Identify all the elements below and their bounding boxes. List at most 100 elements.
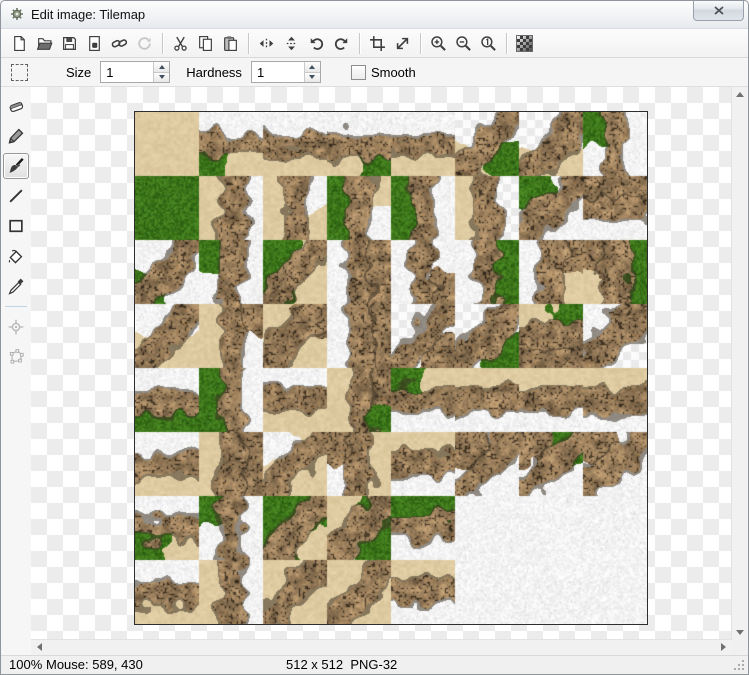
rectangle-tool-button[interactable] — [3, 213, 29, 239]
close-icon — [713, 5, 724, 15]
hardness-spinner — [250, 61, 321, 83]
save-icon — [63, 36, 76, 50]
toolbar-separator — [359, 32, 360, 54]
move-vertical-icon — [286, 36, 297, 50]
smooth-checkbox[interactable] — [350, 64, 366, 80]
hardness-spin-up[interactable] — [304, 62, 320, 72]
size-input[interactable] — [101, 62, 154, 82]
cut-button[interactable] — [168, 31, 193, 56]
zoom-out-button[interactable] — [451, 31, 476, 56]
brush-icon — [9, 157, 24, 173]
open-folder-icon — [36, 37, 53, 50]
zoom-original-icon — [481, 35, 496, 51]
save-copy-icon — [89, 35, 100, 51]
titlebar[interactable]: Edit image: Tilemap — [1, 1, 748, 29]
scroll-left-icon[interactable] — [37, 643, 42, 651]
edit-image-dialog: Edit image: Tilemap Size 1 Hardness 1 Sm… — [0, 0, 749, 675]
refresh-icon — [138, 36, 151, 50]
hardness-input[interactable] — [251, 62, 304, 82]
refresh-button — [132, 31, 157, 56]
editor-content — [1, 87, 748, 640]
scrollbar-corner — [1, 640, 31, 655]
polygon-icon — [9, 349, 24, 364]
crop-button[interactable] — [365, 31, 390, 56]
scroll-right-icon[interactable] — [721, 643, 726, 651]
pattern-fill-button[interactable] — [512, 31, 537, 56]
scroll-down-icon[interactable] — [736, 630, 744, 635]
smooth-label: Smooth — [370, 64, 416, 80]
eraser-tool-button[interactable] — [3, 93, 29, 119]
brush-tool-button[interactable] — [3, 153, 29, 179]
scroll-up-icon[interactable] — [736, 92, 744, 97]
redo-icon — [334, 37, 348, 50]
line-tool-button[interactable] — [3, 183, 29, 209]
toolbar-separator — [506, 32, 507, 54]
move-horizontal-button[interactable] — [254, 31, 279, 56]
crosshair-tool-button — [3, 314, 29, 340]
new-button[interactable] — [7, 31, 32, 56]
redo-button[interactable] — [329, 31, 354, 56]
gear-icon — [11, 8, 23, 20]
move-horizontal-icon — [259, 38, 274, 48]
save-copy-button[interactable] — [82, 31, 107, 56]
window-title: Edit image: Tilemap — [31, 7, 146, 22]
rectangle-icon — [9, 219, 23, 233]
resize-button[interactable] — [390, 31, 415, 56]
copy-button[interactable] — [193, 31, 218, 56]
tool-palette — [1, 87, 31, 640]
zoom-out-icon — [456, 35, 471, 51]
toolbar-separator — [420, 32, 421, 54]
zoom-level: 100% — [9, 657, 43, 672]
statusbar: 100% Mouse: 589, 430 512 x 512 PNG-32 — [1, 655, 748, 674]
paste-button[interactable] — [218, 31, 243, 56]
line-icon — [9, 189, 23, 203]
save-button[interactable] — [57, 31, 82, 56]
zoom-in-button[interactable] — [426, 31, 451, 56]
link-button[interactable] — [107, 31, 132, 56]
move-vertical-button[interactable] — [279, 31, 304, 56]
horizontal-scrollbar[interactable] — [31, 639, 732, 655]
resize-icon — [396, 37, 409, 49]
zoom-in-icon — [431, 35, 446, 51]
crosshair-icon — [8, 319, 24, 335]
palette-separator — [5, 306, 27, 307]
eraser-icon — [9, 102, 24, 113]
main-toolbar — [1, 29, 748, 58]
new-file-icon — [14, 35, 25, 51]
pencil-tool-button[interactable] — [3, 123, 29, 149]
tilemap-canvas[interactable] — [135, 112, 647, 624]
image-info: 512 x 512 PNG-32 — [286, 657, 398, 672]
toolbar-separator — [162, 32, 163, 54]
pencil-icon — [8, 128, 24, 144]
zoom-original-button[interactable] — [476, 31, 501, 56]
size-spin-down[interactable] — [154, 71, 170, 82]
vertical-scrollbar[interactable] — [731, 87, 748, 640]
copy-icon — [199, 35, 212, 51]
link-icon — [111, 38, 128, 48]
color-picker-icon — [8, 278, 24, 295]
undo-icon — [310, 37, 324, 50]
close-button[interactable] — [693, 1, 744, 21]
canvas-viewport[interactable] — [31, 87, 732, 640]
size-spin-up[interactable] — [154, 62, 170, 72]
undo-button[interactable] — [304, 31, 329, 56]
crop-icon — [370, 35, 385, 51]
toolbar-separator — [248, 32, 249, 54]
polygon-tool-button — [3, 344, 29, 370]
hardness-spin-down[interactable] — [304, 71, 320, 82]
size-spinner — [100, 61, 171, 83]
color-picker-tool-button[interactable] — [3, 273, 29, 299]
resize-grip-icon[interactable] — [734, 660, 746, 672]
marquee-icon — [11, 63, 28, 81]
tool-options-bar: Size Hardness Smooth — [1, 58, 748, 87]
size-label: Size — [66, 64, 92, 80]
fill-bucket-icon — [8, 249, 23, 264]
image-frame — [134, 111, 648, 625]
pattern-fill-icon — [516, 34, 533, 52]
mouse-position: Mouse: 589, 430 — [46, 657, 143, 672]
fill-tool-button[interactable] — [3, 243, 29, 269]
hardness-label: Hardness — [186, 64, 242, 80]
open-button[interactable] — [32, 31, 57, 56]
cut-icon — [174, 36, 187, 51]
paste-icon — [224, 35, 237, 51]
